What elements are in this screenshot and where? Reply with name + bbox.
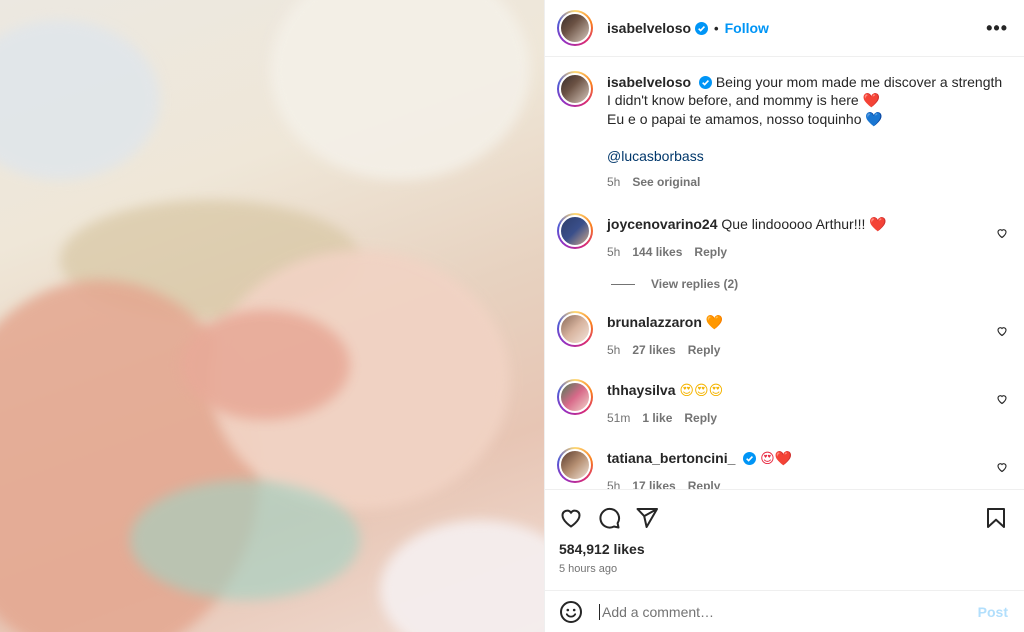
comment-emoji: 😍❤️: [760, 451, 793, 467]
red-heart-emoji: ❤️: [862, 93, 881, 109]
post-actions: 584,912 likes 5 hours ago Add a comment……: [545, 489, 1024, 632]
comment-username[interactable]: thhaysilva: [607, 382, 675, 398]
comment-avatar[interactable]: [557, 379, 593, 415]
post-side-panel: isabelveloso • Follow ••• isabelveloso B…: [544, 0, 1024, 632]
verified-badge-icon: [695, 21, 709, 35]
photo-incubator: [270, 0, 530, 180]
caption-text-line2: Eu e o papai te amamos, nosso toquinho: [607, 111, 862, 127]
author-avatar[interactable]: [557, 10, 593, 46]
verified-badge-icon: [698, 76, 712, 89]
comment-time[interactable]: 51m: [607, 409, 630, 427]
comment-time[interactable]: 5h: [607, 243, 620, 261]
photo-baby-hand: [180, 310, 350, 420]
caption-mention-link[interactable]: @lucasborbass: [607, 147, 1008, 165]
comment-emoji: 😍😍😍: [679, 383, 724, 399]
caption-avatar[interactable]: [557, 71, 593, 107]
comment-avatar[interactable]: [557, 213, 593, 249]
comment-emoji: 🧡: [705, 315, 724, 331]
comments-list[interactable]: isabelveloso Being your mom made me disc…: [545, 57, 1024, 489]
comment-time[interactable]: 5h: [607, 341, 620, 359]
photo-tube: [130, 480, 360, 600]
comment-reply-button[interactable]: Reply: [688, 477, 721, 489]
caption-time[interactable]: 5h: [607, 173, 620, 191]
comment-composer: Add a comment… Post: [545, 590, 1024, 632]
save-bookmark-icon[interactable]: [984, 506, 1008, 530]
comment-likes[interactable]: 1 like: [642, 409, 672, 427]
comment-username[interactable]: tatiana_bertoncini_: [607, 450, 735, 466]
share-paper-plane-icon[interactable]: [635, 506, 659, 530]
photo-sleeve: [380, 520, 544, 632]
comment-row: tatiana_bertoncini_ 😍❤️ 5h 17 likes Repl…: [557, 447, 1008, 489]
comment-emoji: ❤️: [869, 217, 887, 233]
like-comment-heart-icon[interactable]: [996, 393, 1008, 405]
view-replies-label: View replies (2): [651, 277, 739, 291]
action-icons: [559, 490, 1008, 545]
comment-reply-button[interactable]: Reply: [688, 341, 721, 359]
comment-reply-button[interactable]: Reply: [694, 243, 727, 261]
follow-button[interactable]: Follow: [725, 20, 769, 36]
photo-blanket: [0, 20, 160, 180]
comment-text: Que lindooooo Arthur!!!: [721, 216, 866, 232]
comment-username[interactable]: joycenovarino24: [607, 216, 718, 232]
comment-bubble-icon[interactable]: [597, 506, 621, 530]
comment-row: brunalazzaron 🧡 5h 27 likes Reply: [557, 311, 1008, 359]
emoji-picker-icon[interactable]: [559, 600, 583, 624]
like-comment-heart-icon[interactable]: [996, 227, 1008, 239]
like-comment-heart-icon[interactable]: [996, 325, 1008, 337]
caption-username[interactable]: isabelveloso: [607, 74, 691, 90]
instagram-post: isabelveloso • Follow ••• isabelveloso B…: [0, 0, 1024, 632]
caption: isabelveloso Being your mom made me disc…: [557, 71, 1008, 191]
see-original-button[interactable]: See original: [632, 173, 700, 191]
view-replies-button[interactable]: View replies (2): [611, 277, 1008, 291]
comment-likes[interactable]: 17 likes: [632, 477, 675, 489]
comment-avatar[interactable]: [557, 447, 593, 483]
like-comment-heart-icon[interactable]: [996, 461, 1008, 473]
comment-likes[interactable]: 144 likes: [632, 243, 682, 261]
comment-row: thhaysilva 😍😍😍 51m 1 like Reply: [557, 379, 1008, 427]
comment-username[interactable]: brunalazzaron: [607, 314, 702, 330]
add-comment-input[interactable]: Add a comment…: [599, 603, 978, 620]
post-time[interactable]: 5 hours ago: [559, 563, 1008, 575]
like-heart-icon[interactable]: [559, 506, 583, 530]
post-header: isabelveloso • Follow •••: [545, 0, 1024, 57]
likes-count[interactable]: 584,912 likes: [559, 541, 1008, 557]
header-separator: •: [714, 20, 719, 36]
comment-likes[interactable]: 27 likes: [632, 341, 675, 359]
comment-avatar[interactable]: [557, 311, 593, 347]
post-comment-button[interactable]: Post: [978, 604, 1008, 620]
comment-reply-button[interactable]: Reply: [684, 409, 717, 427]
replies-divider: [611, 283, 635, 285]
post-photo[interactable]: [0, 0, 544, 632]
comment-time[interactable]: 5h: [607, 477, 620, 489]
verified-badge-icon: [743, 452, 757, 465]
comment-row: joycenovarino24 Que lindooooo Arthur!!! …: [557, 213, 1008, 261]
blue-heart-emoji: 💙: [865, 112, 883, 128]
author-username[interactable]: isabelveloso: [607, 20, 691, 36]
more-options-icon[interactable]: •••: [986, 18, 1008, 39]
